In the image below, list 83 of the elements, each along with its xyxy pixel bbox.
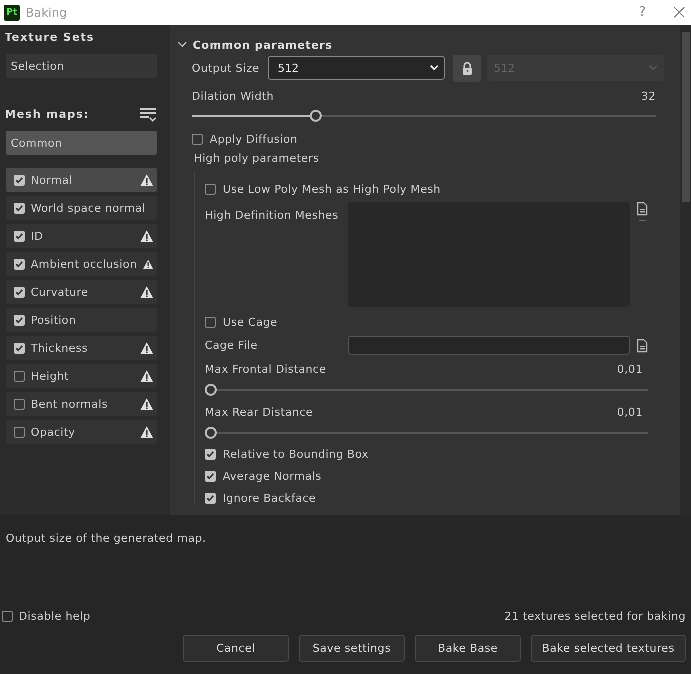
collapse-caret-icon[interactable] <box>178 42 187 48</box>
mesh-map-item[interactable]: ID <box>6 224 157 248</box>
section-title[interactable]: Common parameters <box>193 38 333 52</box>
mesh-map-item[interactable]: Ambient occlusion <box>6 252 157 276</box>
slider-label: Max Rear Distance <box>205 406 314 419</box>
dialog-button[interactable]: Save settings <box>299 635 405 662</box>
mesh-map-item[interactable]: World space normal <box>6 196 157 220</box>
checkbox-label: Use Low Poly Mesh as High Poly Mesh <box>223 183 441 196</box>
checkbox-label: Apply Diffusion <box>210 133 298 146</box>
checkbox-label: Relative to Bounding Box <box>223 448 369 461</box>
window-title: Baking <box>26 6 68 20</box>
mesh-map-label: Ambient occlusion <box>31 258 138 270</box>
section-heading: Mesh maps: <box>5 108 90 122</box>
checkbox[interactable] <box>14 370 25 382</box>
mesh-map-label: World space normal <box>31 202 147 214</box>
mesh-map-label: Opacity <box>31 426 76 438</box>
field-label: Output Size <box>192 62 261 74</box>
checkbox[interactable] <box>205 471 216 482</box>
checkbox[interactable] <box>14 398 25 410</box>
mesh-map-group[interactable]: Common <box>6 131 157 155</box>
field-label: Cage File <box>205 339 259 352</box>
scrollbar-thumb[interactable] <box>682 32 690 202</box>
mesh-map-item[interactable]: Position <box>6 308 157 332</box>
status-text: 21 textures selected for baking <box>504 610 686 623</box>
checkbox[interactable] <box>2 611 13 622</box>
mesh-map-label: Bent normals <box>31 398 109 410</box>
help-text: Output size of the generated map. <box>6 532 208 547</box>
checkbox[interactable] <box>205 493 216 504</box>
lock-button[interactable] <box>453 54 481 82</box>
subsection-title: High poly parameters <box>194 152 320 165</box>
texture-set-item[interactable]: Selection <box>6 54 157 78</box>
checkbox[interactable] <box>14 174 25 186</box>
filter-menu-icon[interactable] <box>140 108 157 122</box>
file-icon[interactable] <box>637 202 648 216</box>
checkbox[interactable] <box>14 258 25 270</box>
slider-label: Max Frontal Distance <box>205 363 326 376</box>
mesh-map-item[interactable]: Bent normals <box>6 392 157 416</box>
checkbox[interactable] <box>192 134 203 145</box>
chevron-down-icon <box>430 65 439 71</box>
file-path-field[interactable] <box>348 336 630 355</box>
checkbox-label: Ignore Backface <box>223 492 316 505</box>
mesh-map-label: Position <box>31 314 78 326</box>
chevron-down-icon <box>649 65 658 71</box>
slider-thumb[interactable] <box>205 427 217 439</box>
slider-value: 32 <box>641 90 656 103</box>
checkbox[interactable] <box>14 230 25 242</box>
section-heading: Texture Sets <box>5 31 96 45</box>
mesh-map-item[interactable]: Opacity <box>6 420 157 444</box>
close-icon[interactable] <box>674 7 685 18</box>
slider-thumb[interactable] <box>205 384 217 396</box>
checkbox-label: Use Cage <box>223 316 278 329</box>
slider-value: 0,01 <box>617 363 643 376</box>
mesh-map-label: Curvature <box>31 286 90 298</box>
mesh-map-label: ID <box>31 230 44 242</box>
mesh-map-label: Thickness <box>31 342 90 354</box>
checkbox[interactable] <box>205 184 216 195</box>
field-label: High Definition Meshes <box>205 208 340 224</box>
dialog-button[interactable]: Cancel <box>183 635 289 662</box>
file-icon[interactable] <box>637 338 648 352</box>
checkbox[interactable] <box>14 286 25 298</box>
dialog-button[interactable]: Bake selected textures <box>531 635 686 662</box>
checkbox[interactable] <box>14 426 25 438</box>
dialog-button[interactable]: Bake Base <box>415 635 521 662</box>
help-button[interactable]: ? <box>639 5 646 20</box>
mesh-map-item[interactable]: Curvature <box>6 280 157 304</box>
slider-value: 0,01 <box>617 406 643 419</box>
mesh-map-item[interactable]: Height <box>6 364 157 388</box>
output-size-dropdown[interactable]: 512 <box>268 56 445 80</box>
checkbox-label: Disable help <box>19 610 91 623</box>
checkbox[interactable] <box>14 314 25 326</box>
checkbox-label: Average Normals <box>223 470 322 483</box>
app-logo: Pt <box>4 4 20 20</box>
mesh-map-label: Height <box>31 370 70 382</box>
mesh-map-label: Normal <box>31 174 74 186</box>
checkbox[interactable] <box>14 342 25 354</box>
checkbox[interactable] <box>14 202 25 214</box>
mesh-map-item[interactable]: Normal <box>6 168 157 192</box>
slider-thumb[interactable] <box>310 110 322 122</box>
lock-icon <box>462 62 472 74</box>
checkbox[interactable] <box>205 317 216 328</box>
mesh-map-item[interactable]: Thickness <box>6 336 157 360</box>
slider-label: Dilation Width <box>192 90 274 103</box>
checkbox[interactable] <box>205 449 216 460</box>
